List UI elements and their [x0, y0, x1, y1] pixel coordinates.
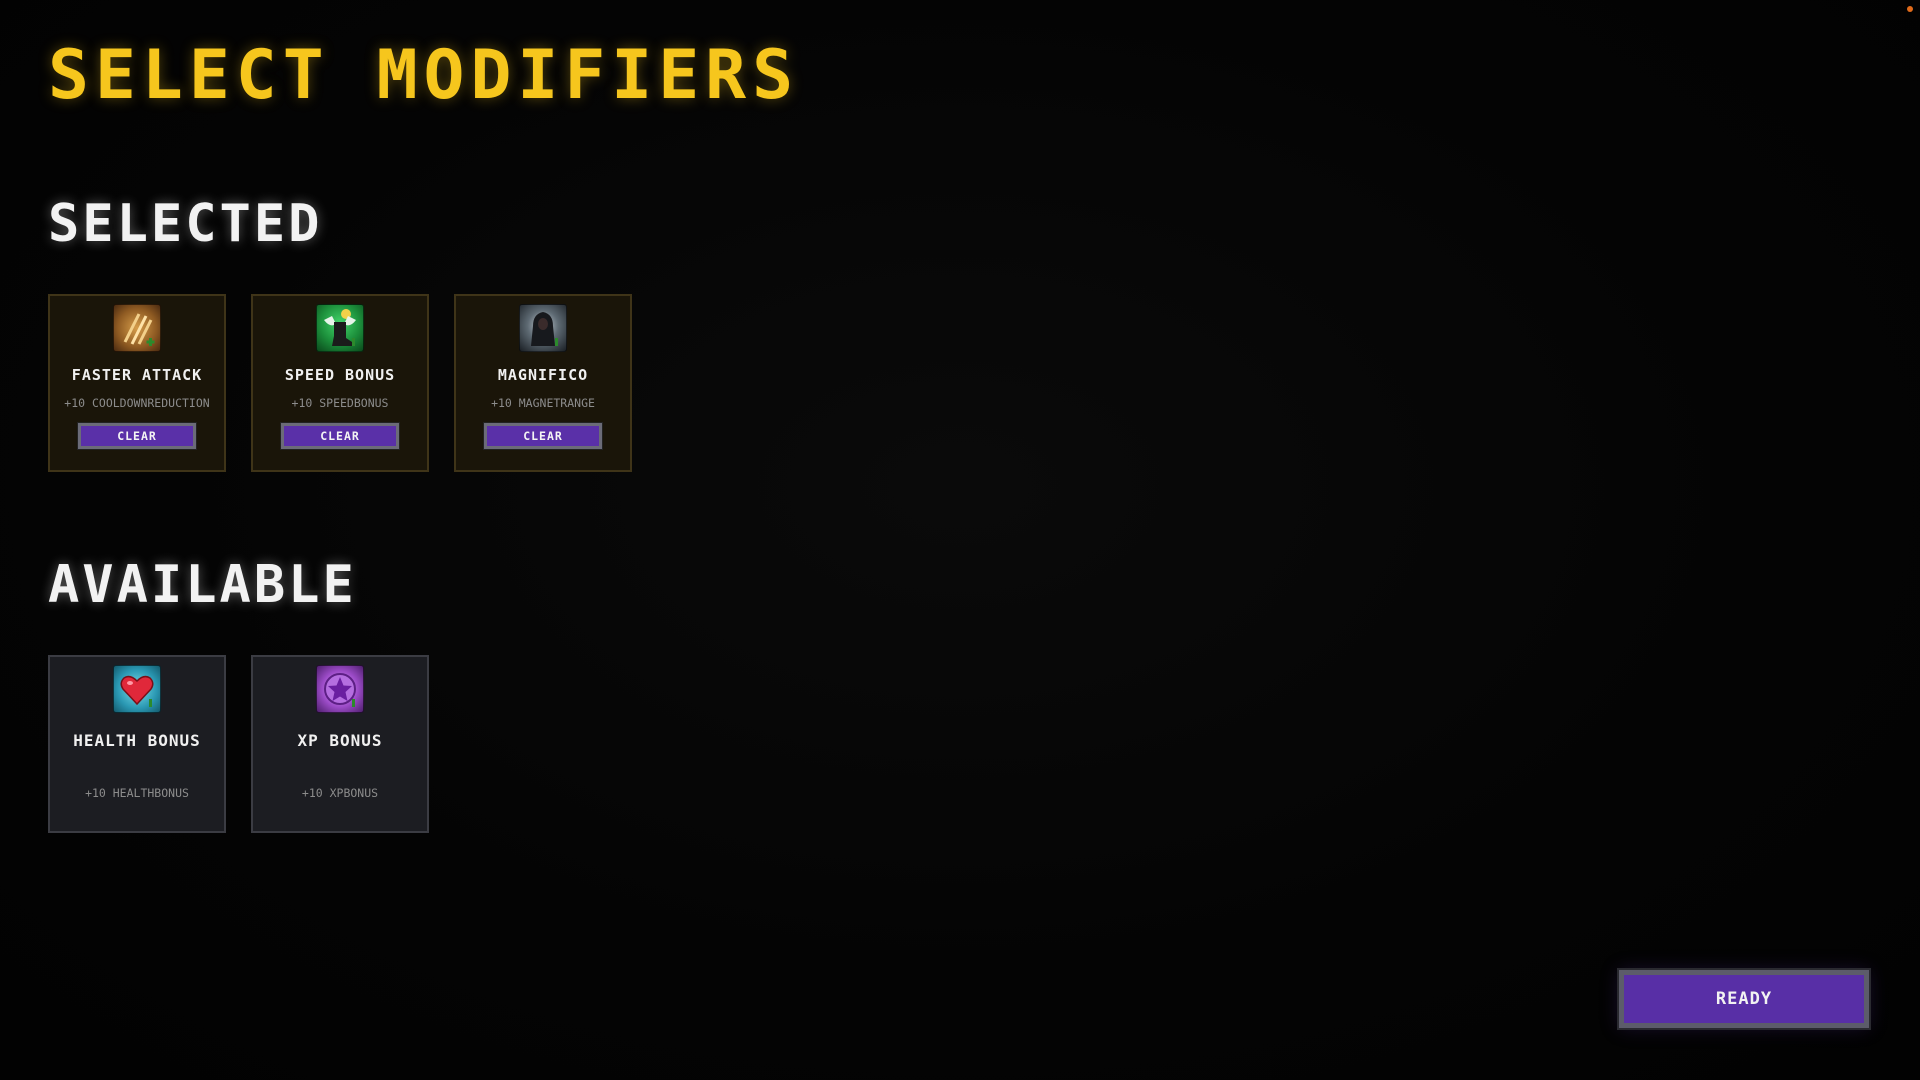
available-cards-row: HEALTH BONUS +10 HEALTHBONUS XP BONUS +1… [48, 655, 429, 833]
card-name: MAGNIFICO [497, 366, 589, 384]
modifier-card-magnifico: MAGNIFICO +10 MAGNETRANGE CLEAR [454, 294, 632, 472]
card-name: FASTER ATTACK [71, 366, 203, 384]
selected-heading: SELECTED [48, 194, 323, 254]
page-title: SELECT MODIFIERS [48, 36, 800, 115]
modifier-card-xp-bonus[interactable]: XP BONUS +10 XPBONUS [251, 655, 429, 833]
card-description: +10 SPEEDBONUS [291, 396, 389, 410]
hooded-figure-icon [519, 304, 567, 352]
card-name: HEALTH BONUS [73, 731, 201, 750]
card-description: +10 COOLDOWNREDUCTION [64, 396, 210, 410]
card-name: XP BONUS [297, 731, 383, 750]
modifier-card-speed-bonus: SPEED BONUS +10 SPEEDBONUS CLEAR [251, 294, 429, 472]
selected-cards-row: FASTER ATTACK +10 COOLDOWNREDUCTION CLEA… [48, 294, 632, 472]
modifier-select-screen: SELECT MODIFIERS SELECTED FASTER ATTACK … [0, 0, 1920, 1080]
claw-slash-icon [113, 304, 161, 352]
clear-button[interactable]: CLEAR [280, 422, 400, 450]
xp-gem-icon [316, 665, 364, 713]
card-description: +10 XPBONUS [301, 786, 379, 800]
winged-boot-icon [316, 304, 364, 352]
card-description: +10 HEALTHBONUS [85, 786, 189, 800]
heart-icon [113, 665, 161, 713]
card-name: SPEED BONUS [284, 366, 396, 384]
clear-button[interactable]: CLEAR [77, 422, 197, 450]
clear-button[interactable]: CLEAR [483, 422, 603, 450]
modifier-card-health-bonus[interactable]: HEALTH BONUS +10 HEALTHBONUS [48, 655, 226, 833]
card-description: +10 MAGNETRANGE [491, 396, 595, 410]
available-heading: AVAILABLE [48, 555, 357, 615]
ready-button[interactable]: READY [1617, 968, 1871, 1030]
recording-indicator-dot [1907, 6, 1913, 12]
modifier-card-faster-attack: FASTER ATTACK +10 COOLDOWNREDUCTION CLEA… [48, 294, 226, 472]
